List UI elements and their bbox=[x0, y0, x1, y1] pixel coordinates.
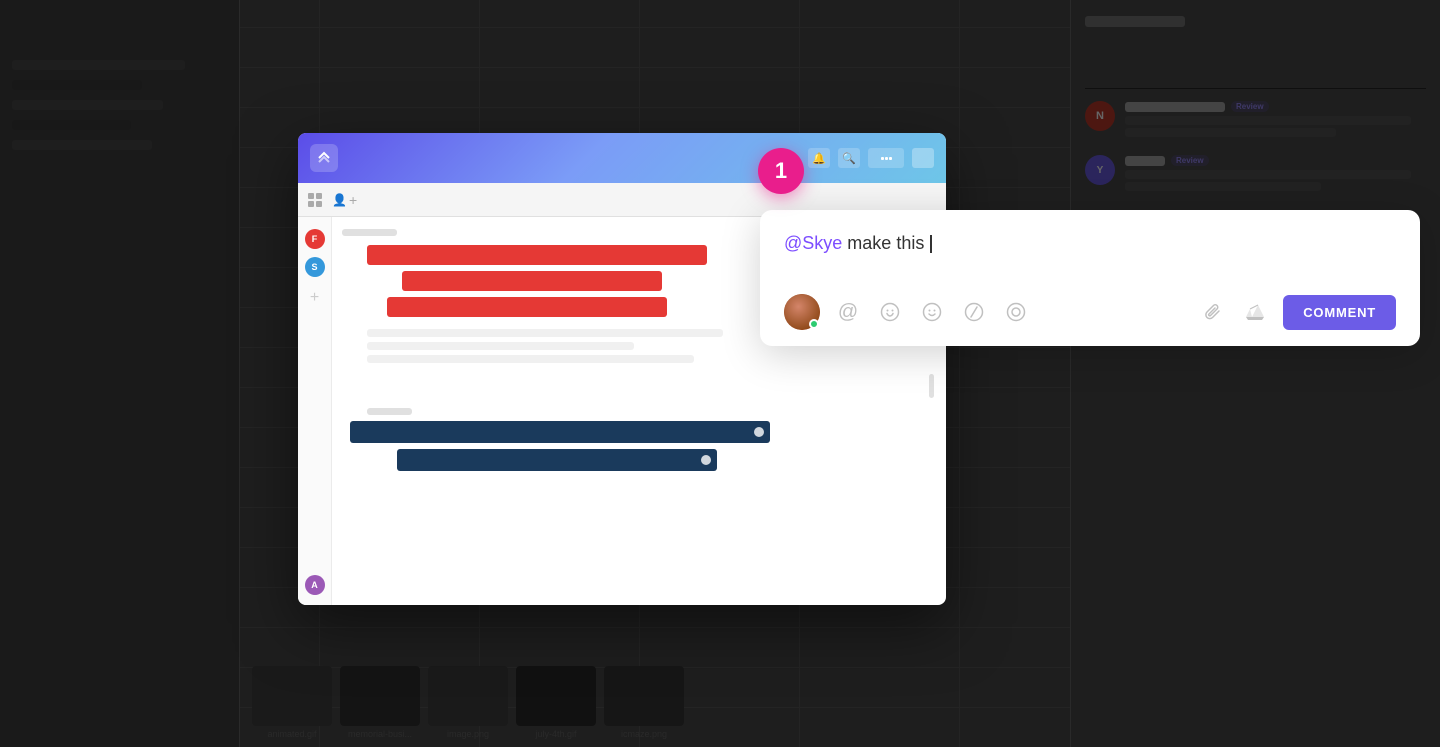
main-modal: 🔔 🔍 👤+ F S bbox=[298, 133, 946, 605]
rp-comment-item-2: Y Review bbox=[1085, 155, 1426, 191]
text-cursor bbox=[930, 235, 932, 253]
comment-toolbar: @ bbox=[784, 294, 1396, 330]
online-indicator bbox=[809, 319, 819, 329]
comment-popup: @Skye make this @ bbox=[760, 210, 1420, 346]
gantt-bar-red-2 bbox=[402, 271, 662, 291]
sidebar-plus[interactable]: + bbox=[306, 289, 324, 307]
commenter-avatar bbox=[784, 294, 820, 330]
rp-comment-item-1: N Review bbox=[1085, 101, 1426, 137]
toolbar-icon-drive[interactable] bbox=[1241, 298, 1269, 326]
avatar-s: S bbox=[305, 257, 325, 277]
modal-header-right: 🔔 🔍 bbox=[808, 148, 934, 168]
notification-badge: 1 bbox=[758, 148, 804, 194]
avatar-f: F bbox=[305, 229, 325, 249]
comment-button[interactable]: COMMENT bbox=[1283, 295, 1396, 330]
avatar-a: A bbox=[305, 575, 325, 595]
left-sidebar-items bbox=[0, 0, 240, 747]
modal-header: 🔔 🔍 bbox=[298, 133, 946, 183]
modal-logo bbox=[310, 144, 338, 172]
rp-top-section bbox=[1085, 16, 1426, 72]
toolbar-icon-circle[interactable] bbox=[1002, 298, 1030, 326]
comment-text-area[interactable]: @Skye make this bbox=[784, 230, 1396, 274]
right-panel: N Review Y Review bbox=[1070, 0, 1440, 747]
gantt-bar-blue-1 bbox=[350, 421, 770, 443]
toolbar-icon-attach[interactable] bbox=[1199, 298, 1227, 326]
mention-text: @Skye bbox=[784, 233, 842, 253]
toolbar-icon-at[interactable]: @ bbox=[834, 298, 862, 326]
toolbar-icon-emoji[interactable] bbox=[918, 298, 946, 326]
gantt-bar-blue-2 bbox=[397, 449, 717, 471]
toolbar-icon-reaction[interactable] bbox=[876, 298, 904, 326]
toolbar-icon-slash[interactable] bbox=[960, 298, 988, 326]
comment-body-text: make this bbox=[842, 233, 929, 253]
modal-sidebar: F S + A bbox=[298, 217, 332, 605]
gantt-bar-red-1 bbox=[367, 245, 707, 265]
bottom-files: animated.gif memorial-busi... image.png … bbox=[240, 657, 1070, 747]
gantt-bar-red-3 bbox=[387, 297, 667, 317]
